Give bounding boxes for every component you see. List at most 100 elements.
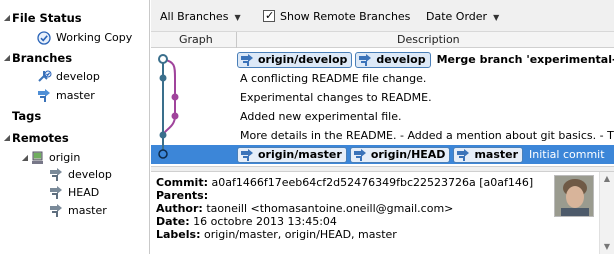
author-label: Author:	[156, 202, 203, 215]
labels-line: Labels: origin/master, origin/HEAD, mast…	[156, 228, 609, 241]
author-value: taoneill <thomasantoine.oneill@gmail.com…	[206, 202, 454, 215]
scroll-down-icon[interactable]: ▼	[600, 240, 614, 254]
sidebar-item-remote-head[interactable]: HEAD	[49, 184, 99, 202]
sidebar-item-label: HEAD	[68, 186, 100, 199]
section-label: File Status	[12, 11, 82, 25]
order-value: Date Order	[426, 10, 488, 23]
branch-check-icon	[37, 70, 52, 84]
commit-hash-line: Commit: a0af1466f17eeb64cf2d52476349fbc2…	[156, 176, 609, 189]
collapse-triangle-icon[interactable]: ◢	[20, 149, 30, 167]
sidebar-item-label: origin	[49, 151, 81, 164]
checkmark-circle-icon	[37, 31, 52, 45]
collapse-triangle-icon[interactable]: ◢	[2, 9, 12, 27]
section-file-status[interactable]: ◢ File Status	[2, 9, 82, 27]
commit-description: More details in the README. - Added a me…	[237, 126, 614, 145]
parents-line: Parents:	[156, 189, 609, 202]
server-icon	[30, 151, 45, 165]
sidebar-item-remote-master[interactable]: master	[49, 202, 107, 220]
commit-row[interactable]: A conflicting README file change.	[151, 69, 614, 88]
parents-label: Parents:	[156, 189, 209, 202]
labels-value: origin/master, origin/HEAD, master	[203, 228, 397, 241]
remote-branch-icon	[49, 186, 64, 200]
branch-tag: master	[453, 146, 524, 163]
avatar	[554, 175, 594, 217]
commit-description: Added new experimental file.	[237, 107, 402, 126]
main-panel: All Branches ▼ Show Remote Branches Date …	[151, 0, 614, 254]
sidebar-item-label: develop	[56, 70, 100, 83]
section-tags[interactable]: Tags	[2, 107, 41, 125]
show-remote-checkbox[interactable]	[263, 8, 275, 24]
branches-filter-dropdown[interactable]: All Branches ▼	[160, 9, 241, 25]
commit-row[interactable]: More details in the README. - Added a me…	[151, 126, 614, 145]
sidebar-item-working-copy[interactable]: Working Copy	[37, 29, 132, 47]
section-label: Branches	[12, 51, 73, 65]
date-label: Date:	[156, 215, 190, 228]
remote-branch-tag: origin/HEAD	[349, 146, 451, 163]
tag-label: origin/develop	[258, 53, 348, 66]
date-value: 16 octobre 2013 13:45:04	[193, 215, 337, 228]
section-label: Tags	[12, 109, 42, 123]
commit-message: Merge branch 'experimental-test' in	[436, 53, 614, 66]
sidebar-item-origin[interactable]: ◢ origin	[20, 149, 80, 167]
commit-message: Added new experimental file.	[240, 110, 402, 123]
commit-row[interactable]: Added new experimental file.	[151, 107, 614, 126]
tag-label: develop	[376, 53, 426, 66]
remote-branch-icon	[241, 148, 253, 161]
commit-description: Experimental changes to README.	[237, 88, 432, 107]
commit-description: origin/develop develop Merge branch 'exp…	[237, 50, 614, 69]
column-header: Graph Description	[151, 32, 614, 48]
collapse-triangle-icon[interactable]: ◢	[2, 49, 12, 67]
commit-message: Experimental changes to README.	[240, 91, 432, 104]
labels-label: Labels:	[156, 228, 201, 241]
author-line: Author: taoneill <thomasantoine.oneill@g…	[156, 202, 609, 215]
order-dropdown[interactable]: Date Order ▼	[426, 9, 499, 25]
collapse-triangle-icon[interactable]: ◢	[2, 129, 12, 147]
sidebar-item-remote-develop[interactable]: develop	[49, 166, 112, 184]
section-label: Remotes	[12, 131, 69, 145]
commit-row[interactable]: Experimental changes to README.	[151, 88, 614, 107]
branch-icon	[359, 53, 372, 66]
commit-row-selected[interactable]: origin/master origin/HEAD master Initial…	[151, 145, 614, 164]
sidebar-item-label: develop	[68, 168, 112, 181]
tag-label: origin/HEAD	[370, 148, 446, 161]
commit-list: origin/develop develop Merge branch 'exp…	[151, 48, 614, 166]
commit-hash: a0af1466f17eeb64cf2d52476349fbc22523726a…	[211, 176, 534, 189]
remote-branch-icon	[241, 53, 253, 66]
commit-message: More details in the README. - Added a me…	[240, 129, 614, 142]
remote-branch-tag: origin/develop	[237, 51, 353, 68]
commit-row[interactable]: origin/develop develop Merge branch 'exp…	[151, 50, 614, 69]
branches-filter-value: All Branches	[160, 10, 229, 23]
sidebar-item-label: master	[68, 204, 107, 217]
sidebar-item-label: Working Copy	[56, 31, 133, 44]
remote-branch-tag: origin/master	[237, 146, 347, 163]
commit-description: origin/master origin/HEAD master Initial…	[237, 145, 605, 164]
scroll-up-icon[interactable]: ▲	[600, 172, 614, 186]
commit-description: A conflicting README file change.	[237, 69, 426, 88]
branch-icon	[37, 89, 52, 103]
chevron-down-icon: ▼	[234, 13, 241, 22]
chevron-down-icon: ▼	[493, 13, 500, 22]
commit-message: A conflicting README file change.	[240, 72, 427, 85]
column-divider[interactable]	[236, 32, 237, 48]
show-remote-label: Show Remote Branches	[280, 10, 411, 23]
description-column-header[interactable]: Description	[397, 32, 460, 48]
commit-details: Commit: a0af1466f17eeb64cf2d52476349fbc2…	[151, 172, 614, 254]
commit-label: Commit:	[156, 176, 208, 189]
graph-column-header[interactable]: Graph	[179, 32, 213, 48]
section-branches[interactable]: ◢ Branches	[2, 49, 72, 67]
remote-branch-icon	[49, 204, 64, 218]
sidebar-item-master[interactable]: master	[37, 87, 95, 105]
remote-branch-icon	[353, 148, 366, 161]
branch-tag: develop	[355, 51, 431, 68]
sidebar-item-label: master	[56, 89, 95, 102]
date-line: Date: 16 octobre 2013 13:45:04	[156, 215, 609, 228]
toolbar: All Branches ▼ Show Remote Branches Date …	[151, 0, 614, 32]
sidebar: ◢ File Status Working Copy ◢ Branches de…	[0, 0, 150, 254]
remote-branch-icon	[49, 168, 64, 182]
section-remotes[interactable]: ◢ Remotes	[2, 129, 69, 147]
sidebar-item-develop[interactable]: develop	[37, 68, 100, 86]
tag-label: origin/master	[258, 148, 342, 161]
show-remote-branches-toggle[interactable]: Show Remote Branches	[263, 8, 411, 25]
commit-message: Initial commit	[529, 148, 605, 161]
details-scrollbar[interactable]: ▲ ▼	[599, 172, 614, 254]
